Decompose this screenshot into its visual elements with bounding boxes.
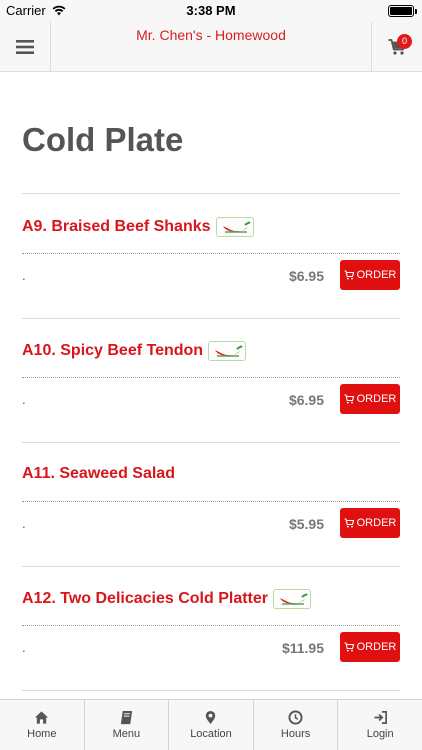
- nav-home[interactable]: Home: [0, 700, 85, 750]
- spicy-pepper-icon: [215, 217, 254, 237]
- menu-item-description: .: [22, 516, 26, 531]
- order-button-label[interactable]: ORDER: [357, 393, 397, 405]
- menu-item-name-text[interactable]: A10. Spicy Beef Tendon: [22, 342, 203, 360]
- menu-item-name-text[interactable]: A12. Two Delicacies Cold Platter: [22, 590, 268, 608]
- cart-icon: [344, 518, 354, 528]
- menu-item-name[interactable]: A12. Two Delicacies Cold Platter: [22, 589, 312, 609]
- bottom-nav: Home Menu Location Hours Login: [0, 699, 422, 750]
- menu-item-name[interactable]: A10. Spicy Beef Tendon: [22, 341, 247, 361]
- nav-hours[interactable]: Hours: [254, 700, 339, 750]
- order-button-label[interactable]: ORDER: [357, 517, 397, 529]
- menu-item-description: .: [22, 640, 26, 655]
- menu-item: A9. Braised Beef Shanks . $6.95 ORDER: [22, 194, 400, 319]
- menu-item-price: $5.95: [288, 516, 324, 532]
- order-button[interactable]: ORDER: [340, 632, 400, 662]
- order-button[interactable]: ORDER: [340, 384, 400, 414]
- menu-item-name[interactable]: A9. Braised Beef Shanks: [22, 217, 254, 237]
- nav-login[interactable]: Login: [338, 700, 422, 750]
- map-pin-icon: [206, 710, 216, 725]
- menu-item-name[interactable]: A11. Seaweed Salad: [22, 465, 175, 483]
- cart-button[interactable]: 0: [371, 22, 422, 72]
- cart-count-badge: 0: [397, 34, 412, 49]
- dotted-divider: [22, 501, 400, 502]
- menu-item-description: .: [22, 268, 26, 283]
- dotted-divider: [22, 253, 400, 254]
- login-icon: [374, 711, 387, 724]
- clock-time: 3:38 PM: [186, 3, 236, 18]
- divider: [22, 690, 400, 691]
- nav-menu[interactable]: Menu: [85, 700, 170, 750]
- menu-item-name-text[interactable]: A11. Seaweed Salad: [22, 465, 175, 483]
- battery-icon: [388, 5, 417, 17]
- menu-item: A10. Spicy Beef Tendon . $6.95 ORDER: [22, 318, 400, 443]
- app-header: Mr. Chen's - Homewood 0: [0, 22, 422, 72]
- home-icon: [35, 711, 49, 724]
- nav-home-label: Home: [27, 728, 57, 740]
- menu-content: Cold Plate A9. Braised Beef Shanks . $6.…: [0, 73, 422, 699]
- dotted-divider: [22, 625, 400, 626]
- spicy-pepper-icon: [208, 341, 247, 361]
- hamburger-icon: [16, 40, 34, 54]
- order-button[interactable]: ORDER: [340, 508, 400, 538]
- menu-item-price: $11.95: [281, 640, 324, 656]
- cart-icon: [344, 270, 354, 280]
- status-bar: Carrier 3:38 PM: [0, 0, 422, 22]
- cart-icon: [344, 642, 354, 652]
- order-button-label[interactable]: ORDER: [357, 641, 397, 653]
- menu-item: A12. Two Delicacies Cold Platter . $11.9…: [22, 566, 400, 691]
- nav-hours-label: Hours: [280, 728, 311, 740]
- menu-item-price: $6.95: [288, 392, 324, 408]
- nav-login-label: Login: [366, 728, 394, 740]
- clock-icon: [288, 710, 303, 725]
- menu-toggle-button[interactable]: [0, 22, 51, 72]
- menu-item: A11. Seaweed Salad . $5.95 ORDER: [22, 442, 400, 567]
- menu-item-description: .: [22, 392, 26, 407]
- menu-item-price: $6.95: [288, 268, 324, 284]
- order-button[interactable]: ORDER: [340, 260, 400, 290]
- nav-location[interactable]: Location: [169, 700, 254, 750]
- nav-menu-label: Menu: [112, 728, 141, 740]
- cart-icon: [344, 394, 354, 404]
- dotted-divider: [22, 377, 400, 378]
- book-icon: [120, 710, 133, 725]
- spicy-pepper-icon: [273, 589, 312, 609]
- order-button-label[interactable]: ORDER: [357, 269, 397, 281]
- menu-item-name-text[interactable]: A9. Braised Beef Shanks: [22, 218, 211, 236]
- nav-location-label: Location: [190, 728, 232, 740]
- category-title: Cold Plate: [22, 121, 184, 158]
- restaurant-title: Mr. Chen's - Homewood: [136, 27, 286, 43]
